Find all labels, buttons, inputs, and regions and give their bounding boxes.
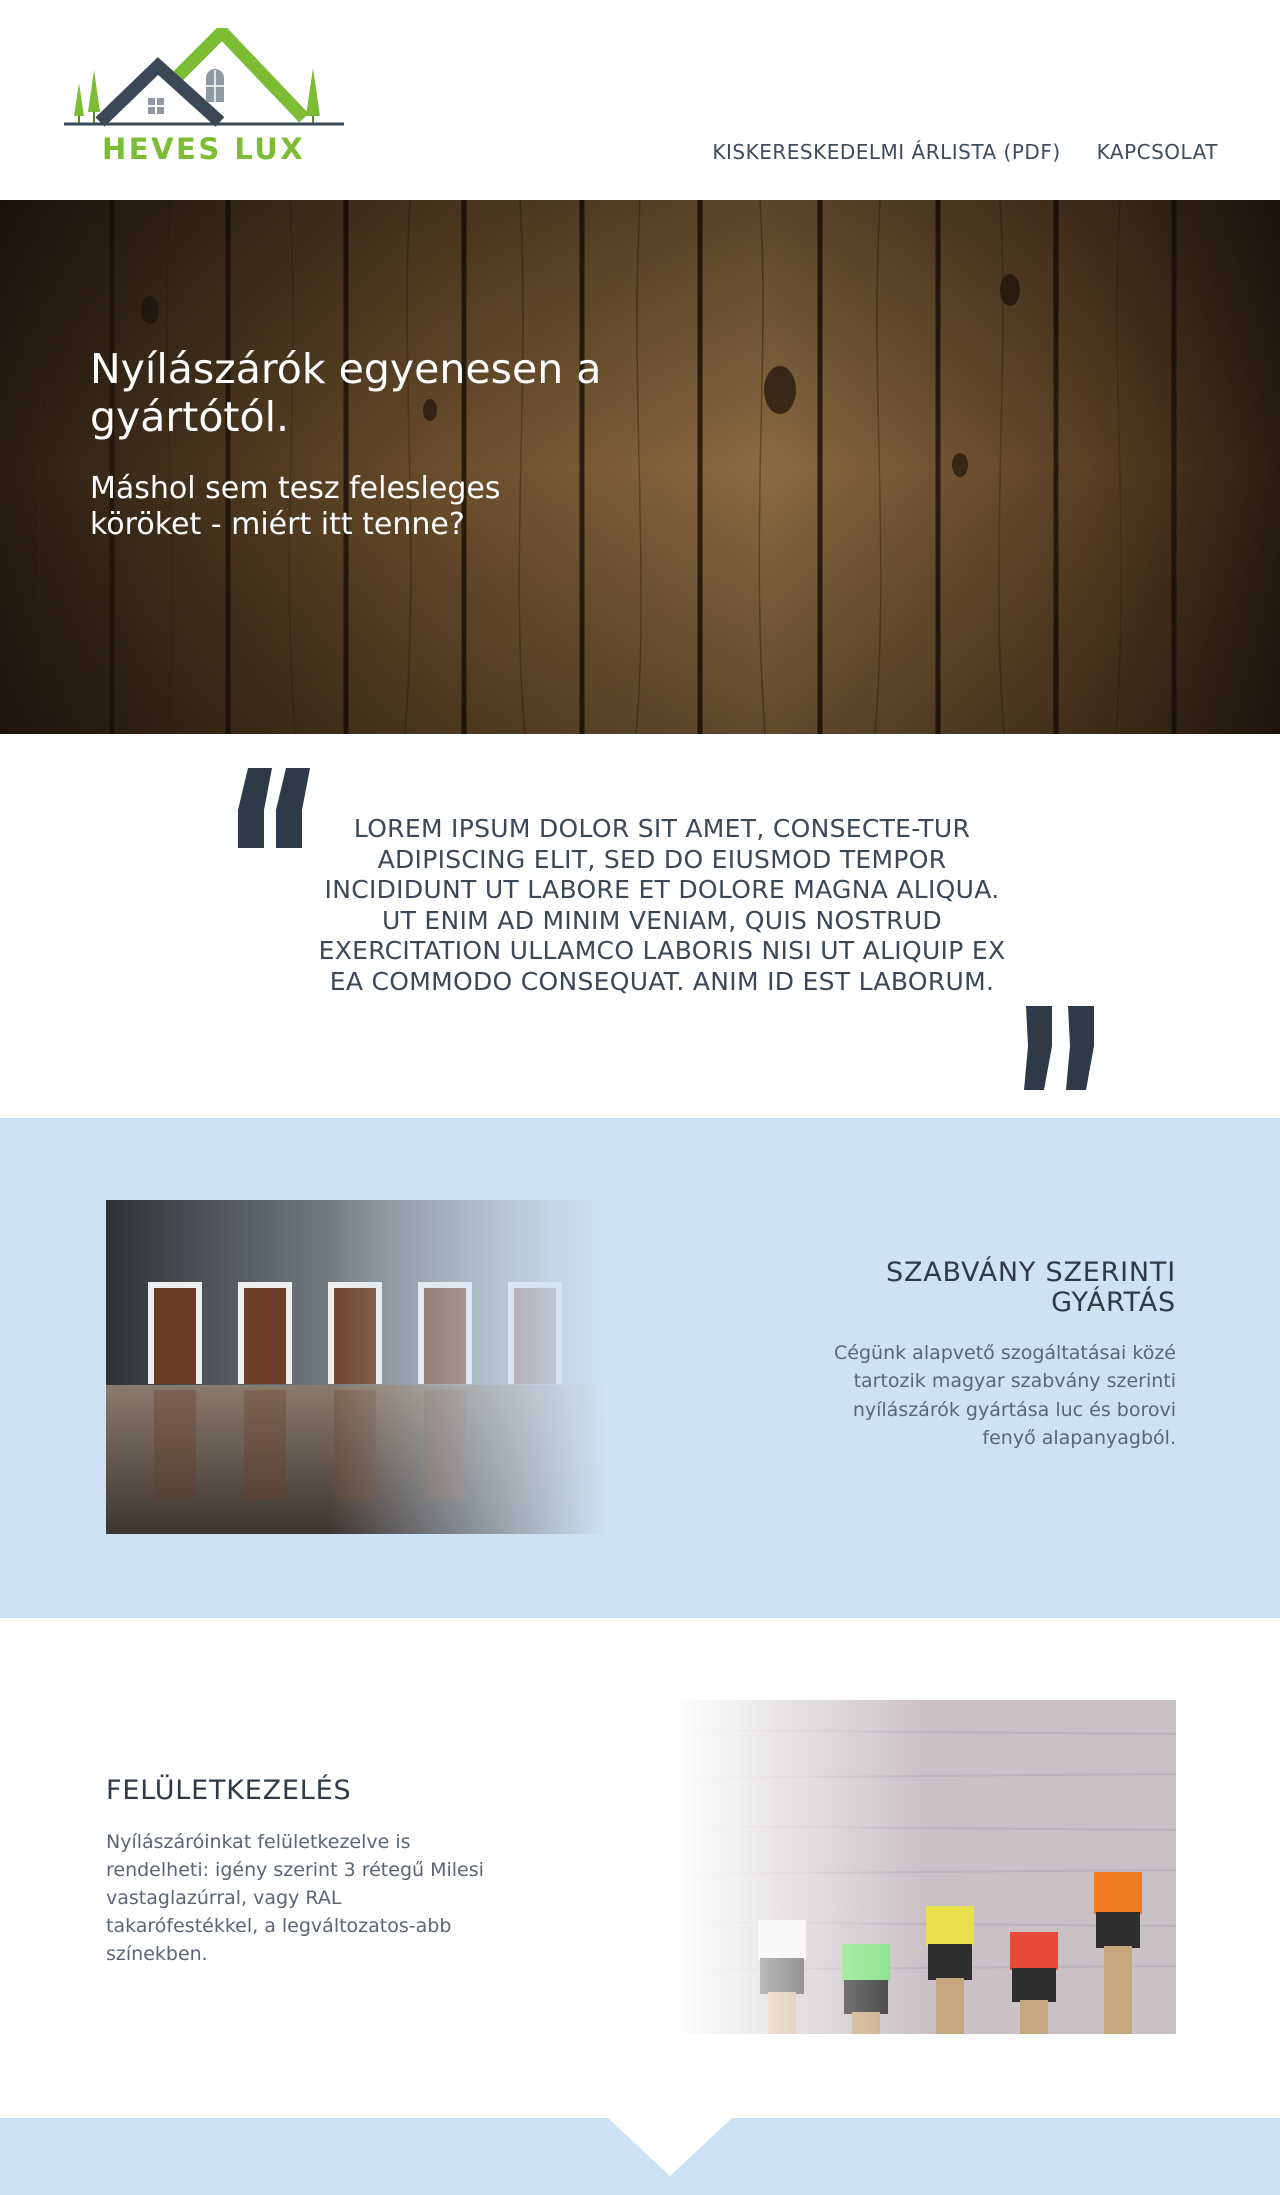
- hero-section: Nyílászárók egyenesen a gyártótól. Másho…: [0, 200, 1280, 734]
- feature-surface-treatment: FELÜLETKEZELÉS Nyílászáróinkat felületke…: [0, 1618, 1280, 2118]
- nav-link-contact[interactable]: KAPCSOLAT: [1097, 140, 1218, 164]
- feature-standard-manufacturing: SZABVÁNY SZERINTI GYÁRTÁS Cégünk alapvet…: [0, 1118, 1280, 1618]
- doors-image: [106, 1200, 606, 1534]
- feature-text-block: FELÜLETKEZELÉS Nyílászáróinkat felületke…: [106, 1776, 486, 1968]
- hero-text-block: Nyílászárók egyenesen a gyártótól. Másho…: [90, 345, 650, 543]
- logo-text: HEVES LUX: [102, 132, 306, 166]
- house-logo-icon: [64, 28, 344, 127]
- quote-section: LOREM IPSUM DOLOR SIT AMET, CONSECTE-TUR…: [0, 734, 1280, 1118]
- feature-heading: SZABVÁNY SZERINTI GYÁRTÁS: [886, 1257, 1176, 1318]
- feature-text-block: SZABVÁNY SZERINTI GYÁRTÁS Cégünk alapvet…: [796, 1258, 1176, 1452]
- hero-subtitle: Máshol sem tesz felesleges köröket - mié…: [90, 471, 501, 543]
- hero-title: Nyílászárók egyenesen a gyártótól.: [90, 345, 602, 441]
- doors-illustration: [106, 1200, 606, 1534]
- open-quote-icon: [238, 768, 310, 848]
- main-nav: KISKERESKEDELMI ÁRLISTA (PDF) KAPCSOLAT: [712, 140, 1218, 164]
- logo[interactable]: HEVES LUX: [60, 28, 350, 168]
- feature-heading: FELÜLETKEZELÉS: [106, 1775, 352, 1806]
- site-header: HEVES LUX KISKERESKEDELMI ÁRLISTA (PDF) …: [0, 0, 1280, 200]
- close-quote-icon: [1024, 1006, 1094, 1090]
- paint-brushes-image: [676, 1700, 1176, 2034]
- feature-body: Nyílászáróinkat felületkezelve is rendel…: [106, 1830, 484, 1966]
- quote-text: LOREM IPSUM DOLOR SIT AMET, CONSECTE-TUR…: [318, 814, 1006, 996]
- feature-body: Cégünk alapvető szogáltatásai közé tarto…: [834, 1342, 1176, 1449]
- nav-link-price-list[interactable]: KISKERESKEDELMI ÁRLISTA (PDF): [712, 140, 1060, 164]
- section-divider-arrow: [608, 2118, 732, 2176]
- brushes-illustration: [676, 1700, 1176, 2034]
